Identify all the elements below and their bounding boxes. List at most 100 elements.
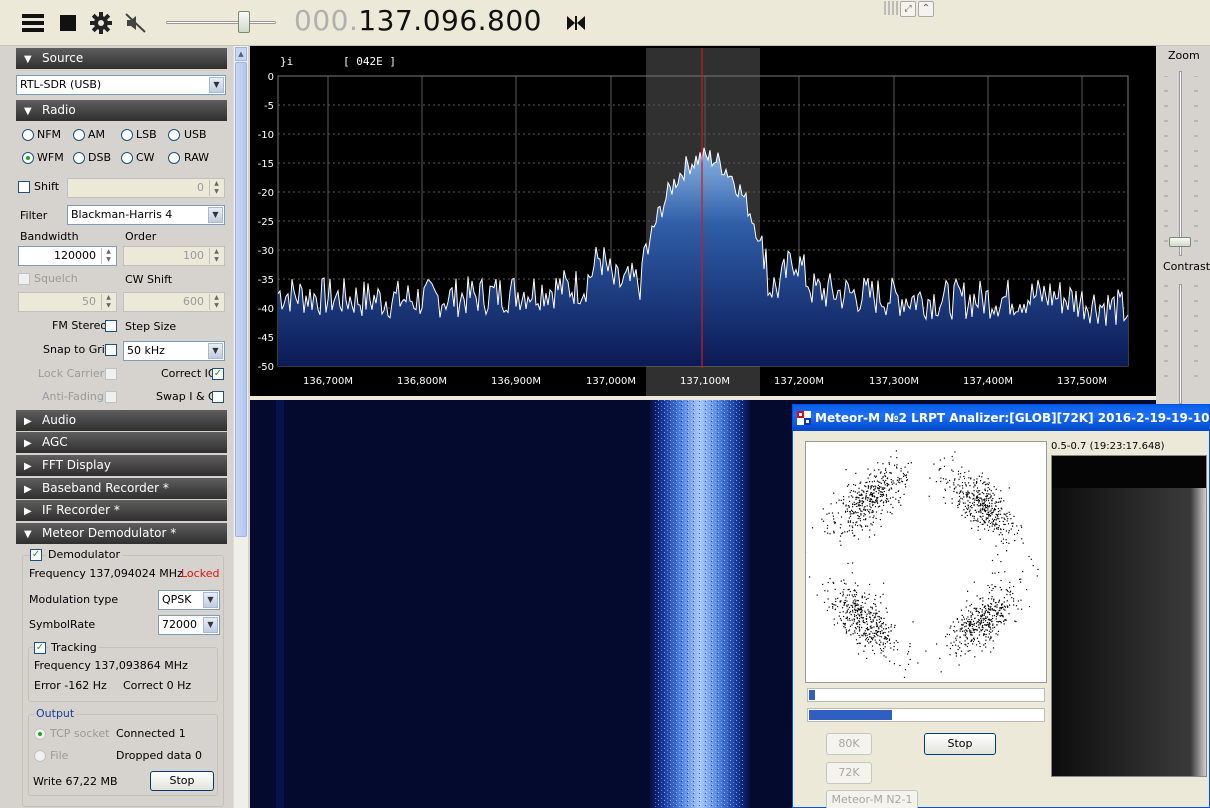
volume-slider-track[interactable] <box>166 21 276 24</box>
antifading-checkbox[interactable] <box>105 391 117 403</box>
tcp-socket-radio[interactable] <box>34 728 46 740</box>
x-tick-label: 137,400M <box>963 376 1013 387</box>
squelch-checkbox[interactable] <box>18 273 30 285</box>
fm-stereo-checkbox[interactable] <box>105 320 117 332</box>
chevron-down-icon[interactable]: ▼ <box>203 592 218 608</box>
source-select[interactable]: RTL-SDR (USB) ▼ <box>16 75 226 95</box>
modulation-type-select[interactable]: QPSK ▼ <box>158 590 220 610</box>
step-size-label: Step Size <box>125 320 177 333</box>
mode-wfm-radio[interactable] <box>22 152 34 164</box>
demod-stop-button[interactable]: Stop <box>150 771 214 791</box>
section-baseband-recorder[interactable]: ▶ Baseband Recorder * <box>16 478 227 499</box>
mode-dsb-radio[interactable] <box>73 152 85 164</box>
step-size-value: 50 kHz <box>127 344 165 357</box>
spectrum-analyzer[interactable]: 0 -5 -10 -15 -20 -25 -30 -35 -40 -45 -50 136,700M 1… <box>250 46 1156 397</box>
lock-carrier-checkbox[interactable] <box>105 368 117 380</box>
rate-80k-button[interactable]: 80K <box>826 733 872 755</box>
spin-arrows-icon[interactable]: ▲ ▼ <box>209 248 223 264</box>
scroll-up-icon[interactable]: ▲ <box>235 47 247 61</box>
collapse-icon[interactable]: ⌃ <box>918 1 934 17</box>
fullscreen-icon[interactable]: ⤢ <box>900 1 916 17</box>
meteor-window-titlebar[interactable]: Meteor-M №2 LRPT Analizer:[GLOB][72K] 20… <box>793 405 1209 431</box>
collapsed-triangle-icon: ▶ <box>24 461 32 472</box>
x-tick-label: 136,700M <box>303 376 353 387</box>
hamburger-icon[interactable] <box>20 10 46 36</box>
toolbar: 000.137.096.800 ⤢ ⌃ <box>0 0 1210 46</box>
section-meteor-demodulator[interactable]: ▼ Meteor Demodulator * <box>16 523 227 544</box>
symbolrate-value: 72000 <box>162 618 197 631</box>
spin-arrows-icon[interactable]: ▲ ▼ <box>209 180 223 196</box>
section-fft-display[interactable]: ▶ FFT Display <box>16 455 227 476</box>
shift-input[interactable]: 0 ▲ ▼ <box>67 178 225 198</box>
cwshift-input[interactable]: 600 ▲ ▼ <box>123 292 225 312</box>
step-size-select[interactable]: 50 kHz ▼ <box>123 341 225 361</box>
section-agc[interactable]: ▶ AGC <box>16 432 227 453</box>
mode-usb-radio[interactable] <box>168 129 180 141</box>
shift-checkbox[interactable] <box>18 181 30 193</box>
swap-iq-checkbox[interactable] <box>212 391 224 403</box>
progress-bar-1-fill <box>809 690 815 700</box>
y-tick-label: -50 <box>258 362 274 373</box>
mode-cw-radio[interactable] <box>121 152 133 164</box>
tracking-checkbox[interactable]: ✓ <box>34 642 46 654</box>
demod-frequency: Frequency 137,094024 MHz <box>29 567 183 580</box>
stop-icon[interactable] <box>55 10 81 36</box>
chevron-down-icon[interactable]: ▼ <box>203 617 218 633</box>
x-tick-label: 137,300M <box>869 376 919 387</box>
waterfall-signal-noise <box>655 400 745 808</box>
analyzer-stop-button[interactable]: Stop <box>924 733 996 755</box>
section-meteor-label: Meteor Demodulator * <box>42 526 177 540</box>
symbolrate-select[interactable]: 72000 ▼ <box>158 615 220 635</box>
scrollbar-thumb[interactable] <box>235 62 247 537</box>
output-label: Output <box>34 707 77 720</box>
x-tick-label: 137,100M <box>680 376 730 387</box>
collapsed-triangle-icon: ▶ <box>24 506 32 517</box>
tcp-socket-label: TCP socket <box>50 727 110 740</box>
collapsed-triangle-icon: ▶ <box>24 416 32 427</box>
gear-icon[interactable] <box>88 10 114 36</box>
satellite-select-button[interactable]: Meteor-M N2-1 <box>826 790 918 808</box>
mode-lsb-radio[interactable] <box>121 129 133 141</box>
section-source[interactable]: ▼ Source <box>16 48 227 69</box>
constellation-plot <box>804 441 1047 683</box>
tracking-label: Tracking <box>49 641 99 654</box>
spin-arrows-icon[interactable]: ▲ ▼ <box>101 294 115 310</box>
shift-label: Shift <box>34 180 60 193</box>
section-audio[interactable]: ▶ Audio <box>16 410 227 431</box>
mode-am-radio[interactable] <box>73 129 85 141</box>
order-input[interactable]: 100 ▲ ▼ <box>123 246 225 266</box>
mode-nfm-radio[interactable] <box>22 129 34 141</box>
file-radio[interactable] <box>34 750 46 762</box>
rate-72k-button[interactable]: 72K <box>826 762 872 784</box>
correct-iq-checkbox[interactable]: ✓ <box>212 368 224 380</box>
error-text: Error -162 Hz <box>34 679 107 692</box>
section-radio[interactable]: ▼ Radio <box>16 100 227 121</box>
bandwidth-value: 120000 <box>54 249 96 262</box>
demodulator-checkbox[interactable]: ✓ <box>30 549 42 561</box>
image-preview <box>1051 455 1207 777</box>
slider-ticks <box>1164 76 1198 377</box>
control-panel-scrollbar[interactable]: ▲ <box>233 46 248 808</box>
chevron-down-icon[interactable]: ▼ <box>208 207 223 223</box>
squelch-input[interactable]: 50 ▲ ▼ <box>18 292 117 312</box>
fm-stereo-label: FM Stereo <box>52 319 108 332</box>
snap-to-grid-checkbox[interactable] <box>105 344 117 356</box>
chevron-down-icon[interactable]: ▼ <box>208 343 223 359</box>
section-if-recorder[interactable]: ▶ IF Recorder * <box>16 500 227 521</box>
bandwidth-input[interactable]: 120000 ▲ ▼ <box>18 246 117 266</box>
swap-icon[interactable] <box>563 10 589 36</box>
shift-value: 0 <box>197 181 204 194</box>
expanded-triangle-icon: ▼ <box>24 54 32 65</box>
mode-raw-label: RAW <box>184 151 209 164</box>
filter-select[interactable]: Blackman-Harris 4 ▼ <box>67 205 225 225</box>
frequency-prefix: 000. <box>294 4 359 37</box>
spin-arrows-icon[interactable]: ▲ ▼ <box>209 294 223 310</box>
mode-raw-radio[interactable] <box>168 152 180 164</box>
volume-slider-thumb[interactable] <box>238 11 250 33</box>
grip-icon[interactable] <box>884 1 898 15</box>
chevron-down-icon[interactable]: ▼ <box>209 77 224 93</box>
spin-arrows-icon[interactable]: ▲ ▼ <box>101 248 115 264</box>
frequency-display[interactable]: 000.137.096.800 <box>294 4 542 37</box>
speaker-muted-icon[interactable] <box>123 10 149 36</box>
order-value: 100 <box>183 249 204 262</box>
